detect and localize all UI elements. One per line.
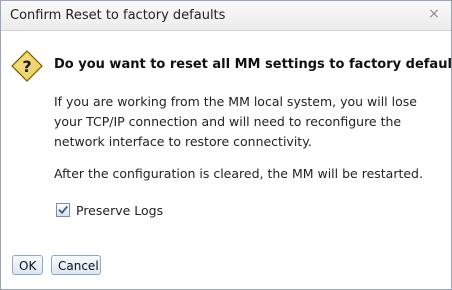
confirm-reset-dialog: Confirm Reset to factory defaults × ? Do… <box>0 0 452 290</box>
dialog-title: Confirm Reset to factory defaults <box>10 8 226 23</box>
confirmation-question: Do you want to reset all MM settings to … <box>54 57 452 72</box>
svg-text:?: ? <box>22 57 31 76</box>
preserve-logs-option[interactable]: Preserve Logs <box>56 201 163 219</box>
checkmark-icon <box>58 206 68 214</box>
warning-message: If you are working from the MM local sys… <box>54 94 417 149</box>
cancel-button[interactable]: Cancel <box>51 255 101 275</box>
restart-notice: After the configuration is cleared, the … <box>54 166 423 181</box>
ok-button[interactable]: OK <box>12 255 43 275</box>
warning-question-icon: ? <box>11 50 43 82</box>
preserve-logs-label[interactable]: Preserve Logs <box>76 203 163 218</box>
preserve-logs-checkbox[interactable] <box>56 203 70 217</box>
close-icon[interactable]: × <box>427 7 441 21</box>
dialog-titlebar[interactable]: Confirm Reset to factory defaults × <box>1 1 451 31</box>
